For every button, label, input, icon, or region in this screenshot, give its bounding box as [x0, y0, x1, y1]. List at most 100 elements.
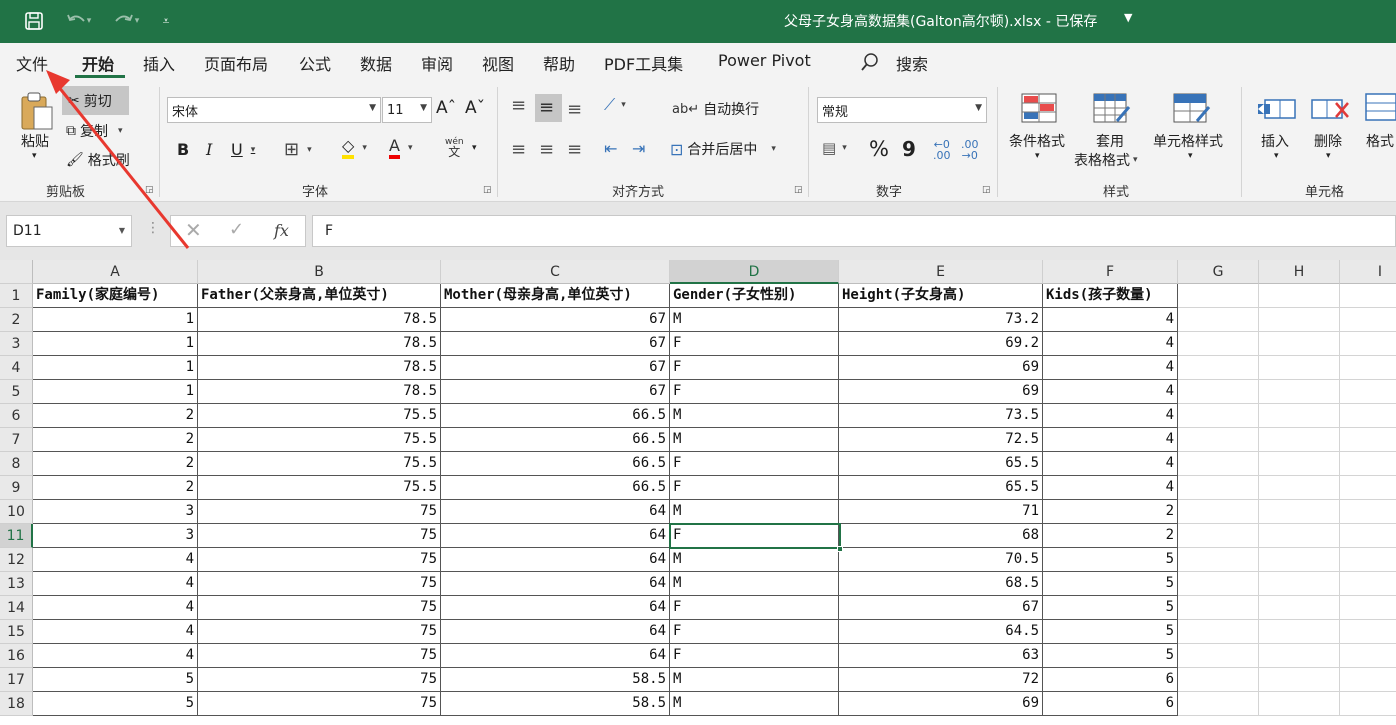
- table-cell[interactable]: 3: [33, 524, 198, 548]
- paste-icon[interactable]: [18, 89, 56, 137]
- table-cell[interactable]: 66.5: [441, 404, 670, 428]
- table-cell[interactable]: 78.5: [198, 356, 441, 380]
- table-cell[interactable]: 4: [33, 620, 198, 644]
- fill-color-icon[interactable]: ◇ ▾: [342, 137, 367, 159]
- table-cell[interactable]: [1340, 620, 1396, 644]
- table-cell[interactable]: [1178, 356, 1259, 380]
- table-cell[interactable]: 69: [839, 692, 1043, 716]
- table-cell[interactable]: 65.5: [839, 476, 1043, 500]
- row-header-15[interactable]: 15: [0, 620, 33, 644]
- table-cell[interactable]: [1178, 692, 1259, 716]
- table-cell[interactable]: 67: [441, 308, 670, 332]
- dialog-launcher-icon[interactable]: ◲: [483, 185, 492, 195]
- dialog-launcher-icon[interactable]: ◲: [145, 185, 154, 195]
- table-cell[interactable]: 2: [33, 476, 198, 500]
- table-cell[interactable]: 3: [33, 500, 198, 524]
- chevron-down-icon[interactable]: ▾: [1326, 151, 1331, 161]
- search-box[interactable]: 搜索: [896, 51, 928, 75]
- tab-data[interactable]: 数据: [360, 51, 392, 75]
- column-header-F[interactable]: F: [1043, 260, 1178, 284]
- table-cell[interactable]: 63: [839, 644, 1043, 668]
- column-header-C[interactable]: C: [441, 260, 670, 284]
- font-name-select[interactable]: 宋体 ▼: [167, 97, 381, 123]
- bold-button[interactable]: B: [177, 140, 189, 159]
- tab-file[interactable]: 文件: [16, 51, 48, 75]
- table-cell[interactable]: [1259, 644, 1340, 668]
- table-cell[interactable]: [1259, 380, 1340, 404]
- table-cell[interactable]: 2: [33, 428, 198, 452]
- customize-icon[interactable]: ⩡: [156, 8, 176, 34]
- column-header-B[interactable]: B: [198, 260, 441, 284]
- table-cell[interactable]: 75: [198, 620, 441, 644]
- align-middle-icon[interactable]: ≡: [539, 97, 554, 118]
- tab-view[interactable]: 视图: [482, 51, 514, 75]
- table-cell[interactable]: 75.5: [198, 476, 441, 500]
- table-cell[interactable]: 64: [441, 644, 670, 668]
- insert-cells-icon[interactable]: [1257, 95, 1297, 127]
- table-cell[interactable]: 64: [441, 500, 670, 524]
- table-cell[interactable]: 4: [1043, 380, 1178, 404]
- table-cell[interactable]: [1178, 428, 1259, 452]
- table-cell[interactable]: 4: [1043, 332, 1178, 356]
- column-header-E[interactable]: E: [839, 260, 1043, 284]
- fill-handle[interactable]: [837, 546, 843, 552]
- wrap-text-button[interactable]: ab↵ 自动换行: [672, 99, 759, 119]
- number-format-select[interactable]: 常规 ▼: [817, 97, 987, 123]
- table-cell[interactable]: 4: [1043, 476, 1178, 500]
- table-cell[interactable]: M: [670, 404, 839, 428]
- format-as-table-button[interactable]: 表格格式 ▾: [1074, 150, 1138, 170]
- table-cell[interactable]: 2: [1043, 500, 1178, 524]
- table-cell[interactable]: 75.5: [198, 428, 441, 452]
- align-bottom-icon[interactable]: ≡: [567, 99, 582, 120]
- table-cell[interactable]: 4: [1043, 356, 1178, 380]
- row-header-3[interactable]: 3: [0, 332, 33, 356]
- row-header-4[interactable]: 4: [0, 356, 33, 380]
- table-cell[interactable]: 64: [441, 524, 670, 548]
- table-cell[interactable]: F: [670, 356, 839, 380]
- table-cell[interactable]: 66.5: [441, 476, 670, 500]
- table-cell[interactable]: F: [670, 380, 839, 404]
- decrease-indent-icon[interactable]: ⇤: [604, 139, 617, 158]
- font-color-icon[interactable]: A ▾: [389, 137, 412, 159]
- table-cell[interactable]: 1: [33, 332, 198, 356]
- table-cell[interactable]: 6: [1043, 668, 1178, 692]
- table-cell[interactable]: [1340, 476, 1396, 500]
- delete-cells-icon[interactable]: [1310, 95, 1350, 127]
- row-header-12[interactable]: 12: [0, 548, 33, 572]
- align-center-icon[interactable]: ≡: [539, 139, 554, 160]
- table-cell[interactable]: 5: [1043, 572, 1178, 596]
- row-header-13[interactable]: 13: [0, 572, 33, 596]
- borders-icon[interactable]: ⊞ ▾: [284, 139, 312, 160]
- table-cell[interactable]: F: [670, 620, 839, 644]
- chevron-down-icon[interactable]: ▾: [1274, 151, 1279, 161]
- table-cell[interactable]: 4: [1043, 404, 1178, 428]
- font-size-select[interactable]: 11 ▼: [382, 97, 432, 123]
- table-cell[interactable]: 75: [198, 524, 441, 548]
- cell-styles-icon[interactable]: [1173, 93, 1211, 129]
- percent-button[interactable]: %: [869, 137, 889, 161]
- table-cell[interactable]: F: [670, 476, 839, 500]
- table-cell[interactable]: [1259, 404, 1340, 428]
- cut-button[interactable]: ✂ 剪切: [68, 91, 112, 111]
- table-cell[interactable]: 1: [33, 380, 198, 404]
- table-cell[interactable]: 67: [839, 596, 1043, 620]
- table-cell[interactable]: 4: [33, 644, 198, 668]
- table-cell[interactable]: 1: [33, 308, 198, 332]
- table-cell[interactable]: 2: [1043, 524, 1178, 548]
- table-cell[interactable]: 5: [33, 668, 198, 692]
- table-cell[interactable]: [1259, 500, 1340, 524]
- table-cell[interactable]: 75: [198, 572, 441, 596]
- column-header-I[interactable]: I: [1340, 260, 1396, 284]
- align-top-icon[interactable]: ≡: [511, 95, 526, 116]
- tab-insert[interactable]: 插入: [143, 51, 175, 75]
- table-cell[interactable]: 68.5: [839, 572, 1043, 596]
- table-cell[interactable]: 4: [33, 548, 198, 572]
- row-header-6[interactable]: 6: [0, 404, 33, 428]
- table-cell[interactable]: F: [670, 452, 839, 476]
- chevron-down-icon[interactable]: ▼: [1124, 11, 1132, 24]
- table-cell[interactable]: [1259, 524, 1340, 548]
- chevron-down-icon[interactable]: ▾: [32, 151, 37, 161]
- table-cell[interactable]: [1178, 500, 1259, 524]
- table-cell[interactable]: 75: [198, 692, 441, 716]
- table-cell[interactable]: 78.5: [198, 308, 441, 332]
